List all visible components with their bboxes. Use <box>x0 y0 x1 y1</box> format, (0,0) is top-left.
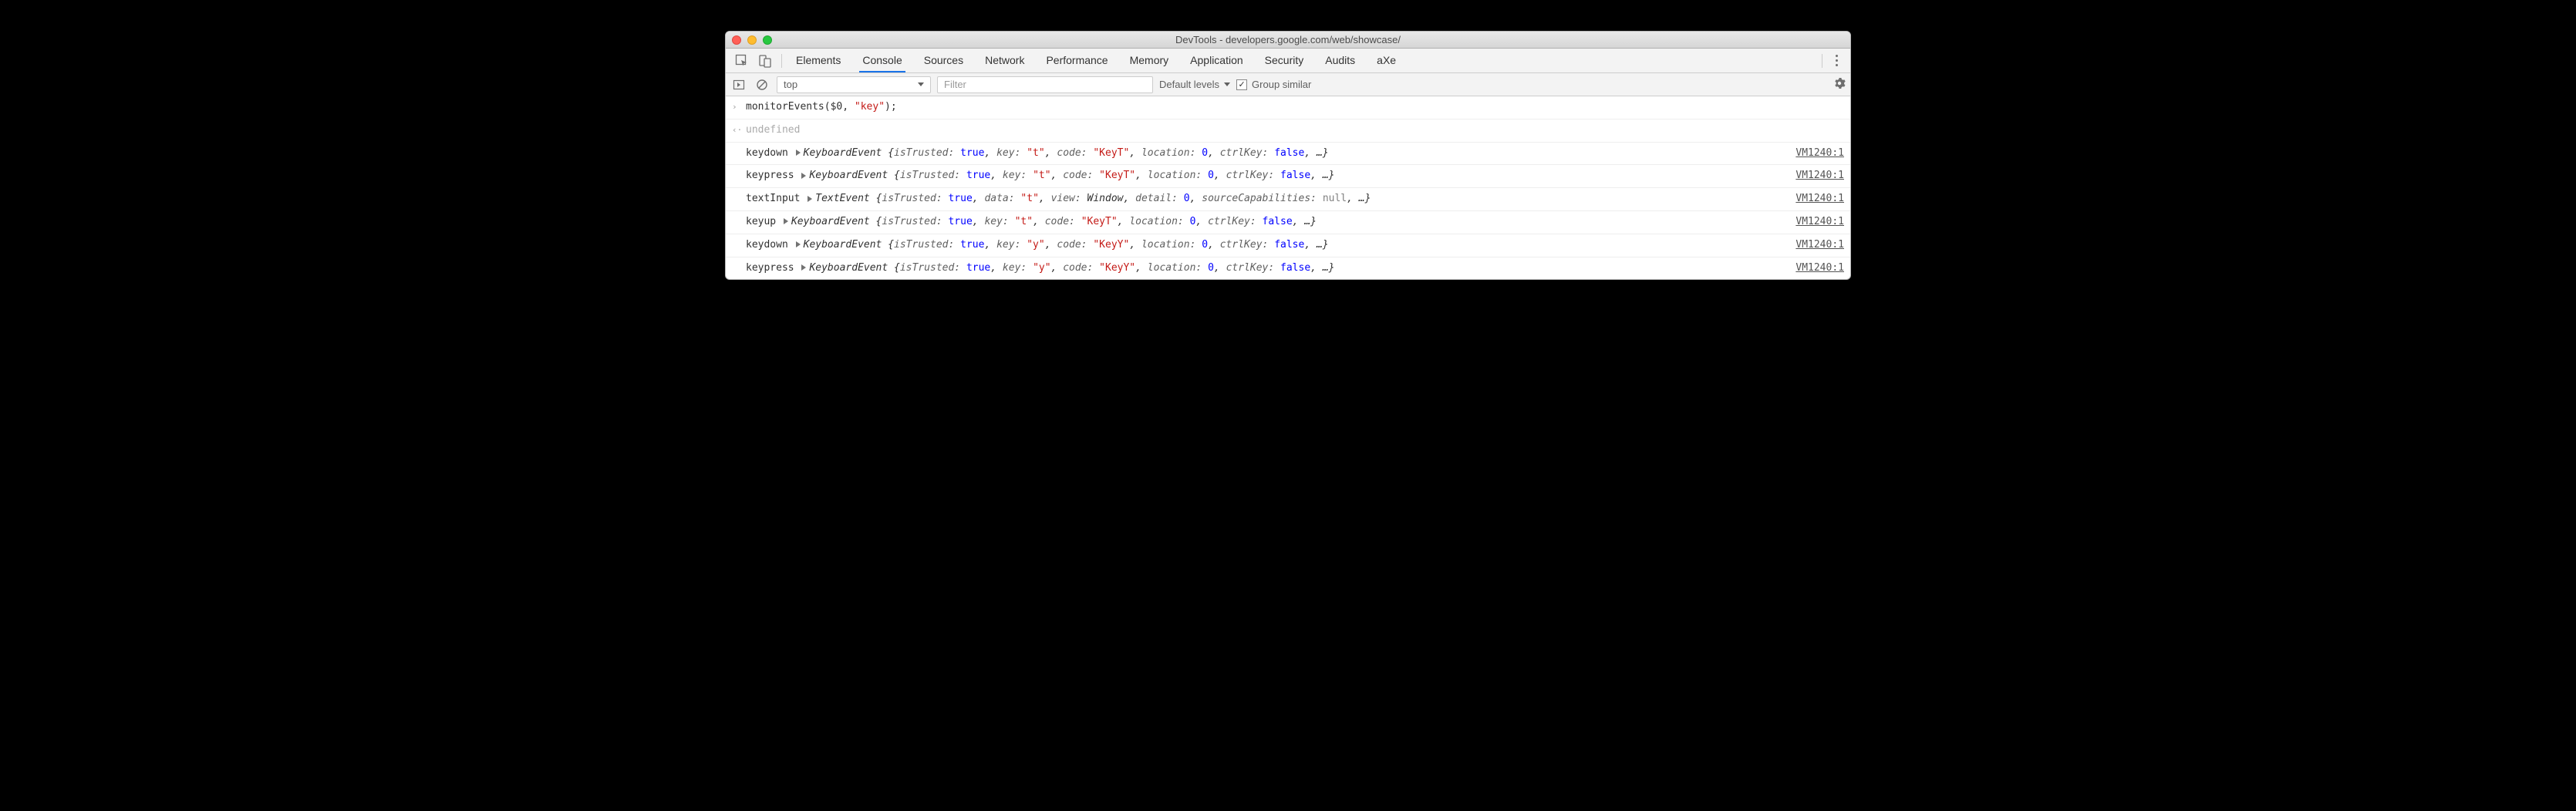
source-link[interactable]: VM1240:1 <box>1795 191 1844 207</box>
device-toolbar-icon[interactable] <box>754 50 777 72</box>
expand-icon[interactable] <box>808 196 812 202</box>
console-log-row: keydown KeyboardEvent {isTrusted: true, … <box>726 234 1850 257</box>
console-log-row: keypress KeyboardEvent {isTrusted: true,… <box>726 257 1850 280</box>
console-log-row: keydown KeyboardEvent {isTrusted: true, … <box>726 143 1850 166</box>
context-value: top <box>784 79 797 90</box>
tab-memory[interactable]: Memory <box>1127 49 1172 72</box>
group-similar-label: Group similar <box>1252 79 1311 90</box>
inspect-element-icon[interactable] <box>730 50 754 72</box>
checkbox-checked-icon[interactable]: ✓ <box>1236 79 1247 90</box>
log-content[interactable]: keypress KeyboardEvent {isTrusted: true,… <box>746 261 1786 277</box>
more-menu-icon[interactable] <box>1827 52 1846 70</box>
main-tabstrip: Elements Console Sources Network Performance… <box>726 49 1850 73</box>
tab-sources[interactable]: Sources <box>921 49 966 72</box>
tab-performance[interactable]: Performance <box>1043 49 1111 72</box>
execution-context-select[interactable]: top <box>777 76 931 93</box>
console-log-row: textInput TextEvent {isTrusted: true, da… <box>726 188 1850 211</box>
expand-icon[interactable] <box>796 241 801 247</box>
chevron-down-icon <box>918 82 924 86</box>
tab-elements[interactable]: Elements <box>793 49 844 72</box>
console-log-row: keypress KeyboardEvent {isTrusted: true,… <box>726 165 1850 188</box>
console-output: › monitorEvents($0, "key"); ‹· undefined… <box>726 96 1850 279</box>
tab-axe[interactable]: aXe <box>1374 49 1399 72</box>
tab-console[interactable]: Console <box>859 49 905 72</box>
group-similar-toggle[interactable]: ✓ Group similar <box>1236 79 1311 90</box>
chevron-down-icon <box>1224 82 1230 86</box>
filter-placeholder: Filter <box>944 79 966 90</box>
filter-input[interactable]: Filter <box>937 76 1153 93</box>
source-link[interactable]: VM1240:1 <box>1795 214 1844 231</box>
tab-security[interactable]: Security <box>1262 49 1307 72</box>
window-controls <box>732 35 772 45</box>
log-content[interactable]: keyup KeyboardEvent {isTrusted: true, ke… <box>746 214 1786 231</box>
separator <box>781 54 782 68</box>
levels-label: Default levels <box>1159 79 1219 90</box>
return-value: undefined <box>746 123 1844 139</box>
devtools-window: DevTools - developers.google.com/web/sho… <box>725 31 1851 280</box>
log-content[interactable]: textInput TextEvent {isTrusted: true, da… <box>746 191 1786 207</box>
source-link[interactable]: VM1240:1 <box>1795 261 1844 277</box>
tab-network[interactable]: Network <box>982 49 1027 72</box>
console-log-row: keyup KeyboardEvent {isTrusted: true, ke… <box>726 211 1850 234</box>
source-link[interactable]: VM1240:1 <box>1795 146 1844 162</box>
log-levels-select[interactable]: Default levels <box>1159 79 1230 90</box>
prompt-icon: › <box>732 100 746 114</box>
tab-application[interactable]: Application <box>1187 49 1246 72</box>
expand-icon[interactable] <box>801 264 806 271</box>
zoom-window-icon[interactable] <box>763 35 772 45</box>
input-expression: monitorEvents($0, "key"); <box>746 99 1844 116</box>
window-title: DevTools - developers.google.com/web/sho… <box>726 34 1850 45</box>
source-link[interactable]: VM1240:1 <box>1795 168 1844 184</box>
source-link[interactable]: VM1240:1 <box>1795 237 1844 254</box>
panel-tabs: Elements Console Sources Network Performance… <box>793 49 1399 72</box>
console-settings-icon[interactable] <box>1833 77 1846 92</box>
titlebar[interactable]: DevTools - developers.google.com/web/sho… <box>726 32 1850 49</box>
log-content[interactable]: keypress KeyboardEvent {isTrusted: true,… <box>746 168 1786 184</box>
minimize-window-icon[interactable] <box>747 35 757 45</box>
console-input-row[interactable]: › monitorEvents($0, "key"); <box>726 96 1850 119</box>
return-icon: ‹· <box>732 123 746 137</box>
console-return-row: ‹· undefined <box>726 119 1850 143</box>
log-content[interactable]: keydown KeyboardEvent {isTrusted: true, … <box>746 146 1786 162</box>
tab-audits[interactable]: Audits <box>1322 49 1358 72</box>
clear-console-icon[interactable] <box>754 74 770 96</box>
close-window-icon[interactable] <box>732 35 741 45</box>
console-toolbar: top Filter Default levels ✓ Group simila… <box>726 73 1850 96</box>
expand-icon[interactable] <box>784 218 788 224</box>
expand-icon[interactable] <box>796 150 801 156</box>
log-content[interactable]: keydown KeyboardEvent {isTrusted: true, … <box>746 237 1786 254</box>
toggle-sidebar-icon[interactable] <box>730 74 747 96</box>
expand-icon[interactable] <box>801 173 806 179</box>
